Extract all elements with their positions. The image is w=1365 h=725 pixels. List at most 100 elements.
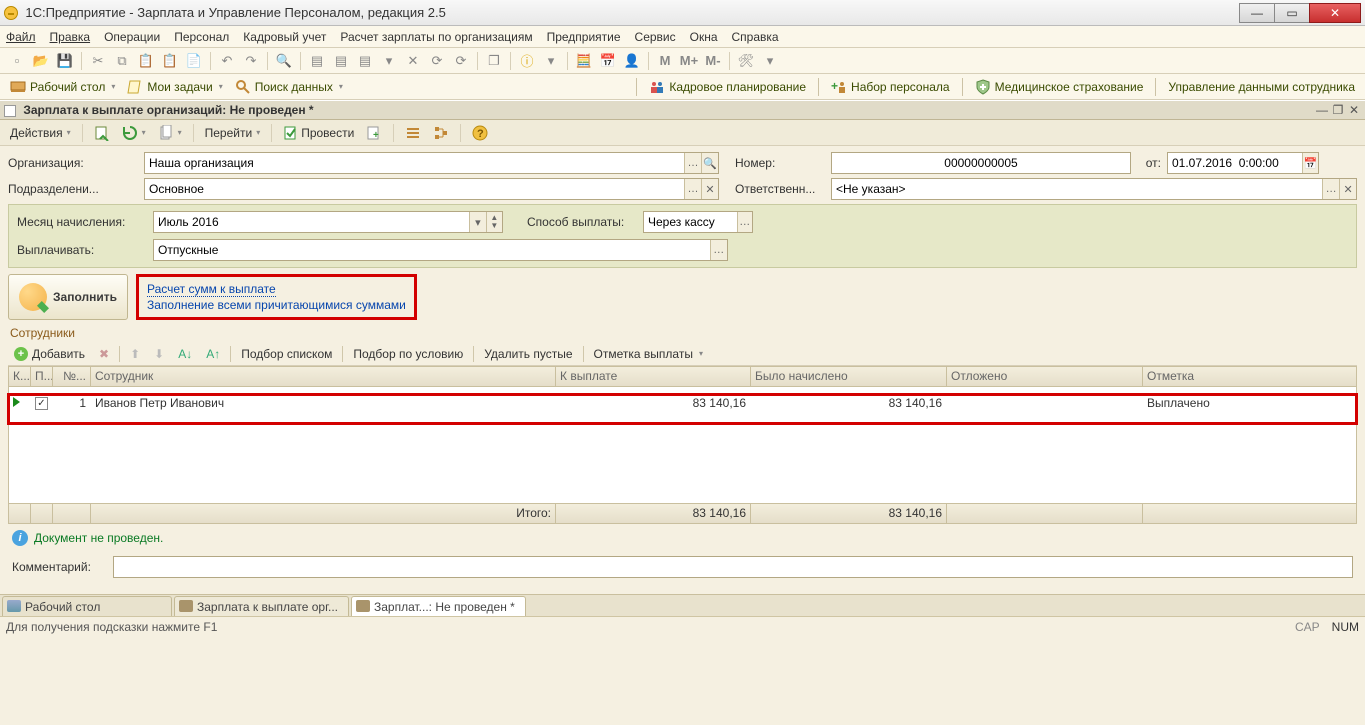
refresh-icon[interactable]: ⟳ [426,50,448,72]
find-icon[interactable]: 🔍 [273,50,295,72]
minimize-button[interactable]: — [1239,3,1275,23]
fill-all-link[interactable]: Заполнение всеми причитающимися суммами [147,297,406,313]
calendar-icon[interactable]: 📅 [597,50,619,72]
grid-sort-asc-button[interactable]: A↓ [174,345,196,363]
save-icon[interactable]: 💾 [54,50,76,72]
col-header-num[interactable]: №... [53,367,91,386]
tab-doc-list[interactable]: Зарплата к выплате орг... [174,596,349,616]
grid-up-button[interactable]: ⬆ [126,345,144,363]
menu-file[interactable]: Файл [6,30,36,44]
row-check-cell[interactable]: ✓ [31,396,53,411]
clear-button[interactable]: ✕ [701,179,718,199]
spinner-button[interactable]: ▲▼ [486,212,502,232]
nav-hire[interactable]: + Набор персонала [825,77,956,97]
doc-minimize-button[interactable]: — [1315,103,1329,117]
ellipsis-button[interactable]: … [684,179,701,199]
menu-edit[interactable]: Правка [50,30,91,44]
doc-close-button[interactable]: ✕ [1347,103,1361,117]
post-run-icon[interactable] [90,122,114,144]
pick-list-button[interactable]: Подбор списком [237,345,336,363]
menu-payroll[interactable]: Расчет зарплаты по организациям [340,30,532,44]
goto-button[interactable]: Перейти ▾ [201,122,265,144]
mark-pay-button[interactable]: Отметка выплаты ▾ [590,345,707,363]
paste2-icon[interactable]: 📋 [159,50,181,72]
col-header-pay[interactable]: К выплате [556,367,751,386]
col-header-employee[interactable]: Сотрудник [91,367,556,386]
calc-icon[interactable]: 🧮 [573,50,595,72]
menu-operations[interactable]: Операции [104,30,160,44]
menu-personnel[interactable]: Персонал [174,30,229,44]
new-icon[interactable]: ▫ [6,50,28,72]
list2-icon[interactable]: ▤ [330,50,352,72]
list-icon[interactable] [401,122,425,144]
grid-delete-button[interactable]: ✖ [95,345,113,363]
col-header-mark[interactable]: Отметка [1143,367,1333,386]
month-input[interactable] [154,212,469,232]
num-input[interactable] [832,153,1130,173]
open-icon[interactable]: 📂 [30,50,52,72]
ellipsis-button[interactable]: … [710,240,727,260]
grid-add-button[interactable]: + Добавить [10,345,89,363]
copy-icon[interactable]: ⧉ [111,50,133,72]
col-header-k[interactable]: К... [9,367,31,386]
wrench-icon[interactable]: 🛠 [735,50,757,72]
dept-input[interactable] [145,179,684,199]
ellipsis-button[interactable]: … [1322,179,1339,199]
help-drop-icon[interactable]: ▾ [540,50,562,72]
col-header-accrued[interactable]: Было начислено [751,367,947,386]
menu-service[interactable]: Сервис [635,30,676,44]
paste-icon[interactable]: 📋 [135,50,157,72]
provesti-button[interactable]: Провести [279,122,358,144]
dropdown-icon[interactable]: ▾ [378,50,400,72]
close-button[interactable]: ✕ [1309,3,1361,23]
pay-kind-input[interactable] [154,240,710,260]
m-icon[interactable]: M [654,50,676,72]
refresh-doc-icon[interactable]: ▾ [118,122,150,144]
del-empty-button[interactable]: Удалить пустые [480,345,576,363]
refresh2-icon[interactable]: ⟳ [450,50,472,72]
pick-cond-button[interactable]: Подбор по условию [349,345,467,363]
doc-icon[interactable]: 📄 [183,50,205,72]
tab-desktop[interactable]: Рабочий стол [2,596,172,616]
grid-down-button[interactable]: ⬇ [150,345,168,363]
dropdown-button[interactable]: ▾ [469,212,485,232]
maximize-button[interactable]: ▭ [1274,3,1310,23]
struct-icon[interactable] [429,122,453,144]
org-input[interactable] [145,153,684,173]
clear-button[interactable]: ✕ [1339,179,1356,199]
list3-icon[interactable]: ▤ [354,50,376,72]
user-icon[interactable]: 👤 [621,50,643,72]
windows-icon[interactable]: ❐ [483,50,505,72]
cut-icon[interactable]: ✂ [87,50,109,72]
ellipsis-button[interactable]: … [684,153,701,173]
doc-help-icon[interactable]: ? [468,122,492,144]
nav-med[interactable]: Медицинское страхование [969,77,1150,97]
add-doc-icon[interactable]: + [362,122,386,144]
resp-input[interactable] [832,179,1322,199]
menu-help[interactable]: Справка [732,30,779,44]
nav-hr-plan[interactable]: Кадровое планирование [643,77,812,97]
wrench-drop-icon[interactable]: ▾ [759,50,781,72]
menu-enterprise[interactable]: Предприятие [547,30,621,44]
nav-emp-data[interactable]: Управление данными сотрудника [1162,78,1361,96]
calendar-button[interactable]: 📅 [1302,153,1318,173]
grid-body[interactable]: ✓ 1 Иванов Петр Иванович 83 140,16 83 14… [9,393,1356,503]
m-plus-icon[interactable]: M+ [678,50,700,72]
menu-windows[interactable]: Окна [690,30,718,44]
help-icon[interactable]: ⓘ [516,50,538,72]
table-row[interactable]: ✓ 1 Иванов Петр Иванович 83 140,16 83 14… [9,393,1356,413]
m-minus-icon[interactable]: M- [702,50,724,72]
pay-method-input[interactable] [644,212,737,232]
col-header-deferred[interactable]: Отложено [947,367,1143,386]
calc-sums-link[interactable]: Расчет сумм к выплате [147,282,276,297]
nav-search[interactable]: Поиск данных ▾ [229,77,349,97]
list1-icon[interactable]: ▤ [306,50,328,72]
col-header-check[interactable]: П... [31,367,53,386]
ellipsis-button[interactable]: … [737,212,752,232]
clear-icon[interactable]: ✕ [402,50,424,72]
tab-doc-current[interactable]: Зарплат...: Не проведен * [351,596,526,616]
nav-tasks[interactable]: Мои задачи ▾ [121,77,228,97]
attach-icon[interactable]: ▾ [154,122,186,144]
doc-maximize-button[interactable]: ❐ [1331,103,1345,117]
actions-button[interactable]: Действия ▾ [6,122,75,144]
